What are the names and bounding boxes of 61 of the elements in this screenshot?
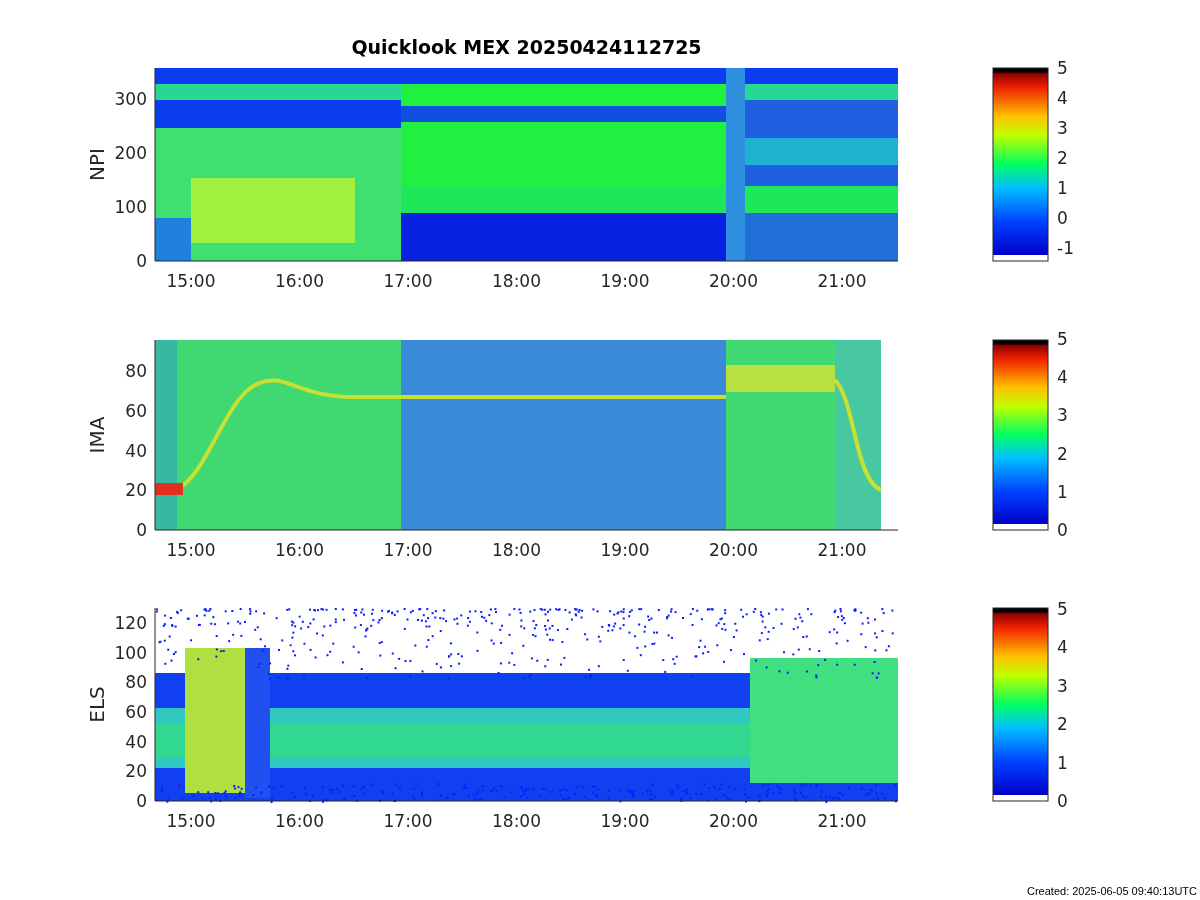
y-tick-label: 300 — [114, 89, 147, 109]
y-tick-label: 20 — [125, 480, 147, 501]
x-tick-label: 19:00 — [600, 271, 650, 291]
colorbar-tick-label: 4 — [1057, 367, 1068, 388]
x-tick-label: 15:00 — [166, 811, 216, 831]
y-tick-label: 100 — [114, 642, 147, 663]
x-tick-label: 20:00 — [709, 271, 758, 291]
colorbar-tick-label: 2 — [1057, 148, 1068, 168]
colorbar-tick-label: 5 — [1057, 330, 1068, 349]
x-tick-label: 21:00 — [817, 271, 867, 291]
y-tick-label: 100 — [114, 197, 147, 217]
axis-label: NPI — [85, 148, 109, 181]
x-tick-label: 19:00 — [600, 540, 650, 560]
figure-title: Quicklook MEX 20250424112725 — [350, 36, 703, 60]
x-tick-label: 21:00 — [817, 811, 867, 831]
y-tick-label: 20 — [125, 761, 147, 782]
x-tick-label: 17:00 — [383, 811, 433, 831]
x-tick-label: 16:00 — [275, 811, 324, 831]
x-tick-label: 15:00 — [166, 271, 216, 291]
x-tick-label: 15:00 — [166, 540, 216, 560]
colorbar-tick-label: 1 — [1057, 752, 1068, 773]
colorbar-tick-label: -1 — [1057, 238, 1074, 258]
colorbar-tick-label: 1 — [1057, 481, 1068, 502]
x-tick-label: 18:00 — [492, 540, 541, 560]
x-tick-label: 17:00 — [383, 540, 433, 560]
y-tick-label: 120 — [114, 613, 147, 633]
x-tick-label: 18:00 — [492, 271, 541, 291]
y-tick-label: 80 — [125, 672, 147, 693]
x-tick-label: 18:00 — [492, 811, 541, 831]
x-tick-label: 17:00 — [383, 271, 433, 291]
colorbar-tick-label: 2 — [1057, 714, 1068, 735]
colorbar-tick-label: 5 — [1057, 600, 1068, 619]
colorbar-tick-label: 5 — [1057, 60, 1068, 78]
colorbar-tick-label: 3 — [1057, 675, 1068, 696]
creation-timestamp: Created: 2025-06-05 09:40:13UTC — [1027, 885, 1197, 897]
colorbar-tick-label: 1 — [1057, 178, 1068, 198]
x-tick-label: 20:00 — [709, 540, 758, 560]
y-tick-label: 200 — [114, 143, 147, 163]
y-tick-label: 0 — [136, 791, 147, 811]
y-tick-label: 80 — [125, 361, 147, 381]
colorbar-tick-label: 3 — [1057, 118, 1068, 138]
colorbar-tick-label: 3 — [1057, 405, 1068, 426]
y-tick-label: 40 — [125, 440, 147, 461]
colorbar-tick-label: 4 — [1057, 88, 1068, 108]
y-tick-label: 0 — [136, 251, 147, 271]
colorbar-tick-label: 0 — [1057, 520, 1068, 540]
y-tick-label: 60 — [125, 702, 147, 722]
y-tick-label: 40 — [125, 731, 147, 752]
y-tick-label: 0 — [136, 520, 147, 540]
x-tick-label: 21:00 — [817, 540, 867, 560]
x-tick-label: 16:00 — [275, 540, 324, 560]
y-tick-label: 60 — [125, 400, 147, 421]
axis-label: ELS — [85, 686, 109, 723]
colorbar-tick-label: 0 — [1057, 208, 1068, 228]
axis-label: IMA — [85, 416, 109, 454]
x-tick-label: 20:00 — [709, 811, 758, 831]
colorbar-tick-label: 2 — [1057, 443, 1068, 464]
x-tick-label: 16:00 — [275, 271, 324, 291]
colorbar-tick-label: 4 — [1057, 637, 1068, 658]
x-tick-label: 19:00 — [600, 811, 650, 831]
colorbar-tick-label: 0 — [1057, 791, 1068, 811]
